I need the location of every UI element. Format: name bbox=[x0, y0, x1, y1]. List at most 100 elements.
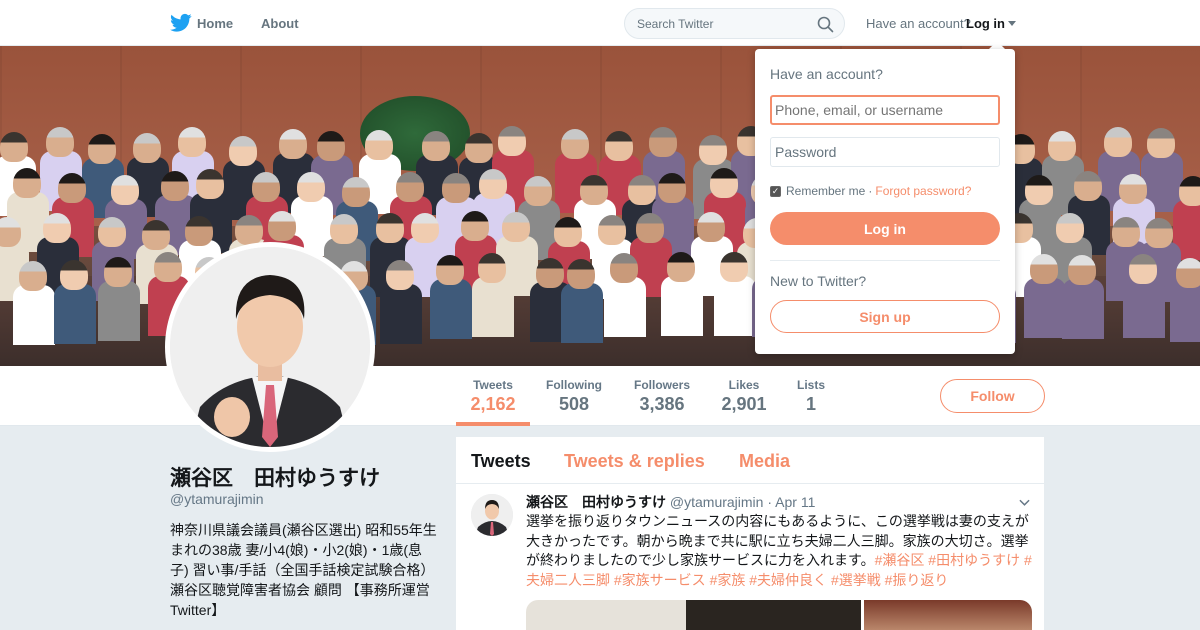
banner-person-head bbox=[699, 135, 728, 166]
banner-person-head bbox=[375, 213, 404, 244]
divider bbox=[770, 260, 1000, 261]
banner-person-head bbox=[1073, 171, 1102, 202]
stat-value: 1 bbox=[805, 394, 816, 414]
hashtag-link[interactable]: #田村ゆうすけ bbox=[928, 552, 1020, 568]
stat-lists[interactable]: Lists 1 bbox=[795, 378, 827, 415]
tab-tweets-replies[interactable]: Tweets & replies bbox=[564, 451, 705, 472]
login-dropdown-title: Have an account? bbox=[770, 66, 883, 82]
tweet-photo[interactable] bbox=[526, 600, 861, 630]
banner-person-head bbox=[330, 214, 359, 245]
banner-person-head bbox=[1176, 257, 1200, 288]
banner-person-head bbox=[579, 175, 608, 206]
stat-value: 3,386 bbox=[639, 394, 685, 414]
banner-person-head bbox=[697, 211, 726, 242]
banner-person-head bbox=[142, 219, 171, 250]
banner-person-body bbox=[379, 283, 422, 344]
hashtag-link[interactable]: #振り返り bbox=[885, 572, 949, 588]
remember-me-label[interactable]: Remember me bbox=[786, 184, 865, 198]
banner-person-head bbox=[523, 175, 552, 206]
tweet-photo[interactable] bbox=[864, 600, 1032, 630]
banner-person-head bbox=[1129, 254, 1158, 285]
hashtag-link[interactable]: #瀬谷区 bbox=[875, 552, 925, 568]
twitter-bird-icon[interactable] bbox=[170, 13, 192, 33]
forgot-password-link[interactable]: Forgot password? bbox=[875, 184, 971, 198]
banner-person-head bbox=[478, 168, 507, 199]
banner-person-head bbox=[153, 252, 182, 282]
nav-home-link[interactable]: Home bbox=[197, 16, 233, 31]
search-icon[interactable] bbox=[817, 16, 834, 33]
tweet-date[interactable]: Apr 11 bbox=[775, 494, 815, 510]
banner-person-body bbox=[713, 276, 756, 337]
tweet-author-handle[interactable]: @ytamurajimin bbox=[670, 494, 764, 510]
banner-person-head bbox=[19, 260, 48, 291]
banner-person-body bbox=[98, 280, 141, 341]
timeline-tabs: Tweets Tweets & replies Media bbox=[456, 437, 1044, 484]
stat-likes[interactable]: Likes 2,901 bbox=[721, 378, 767, 415]
banner-person-body bbox=[661, 276, 704, 337]
banner-person-head bbox=[385, 259, 414, 290]
banner-person-body bbox=[1123, 278, 1166, 339]
banner-person-head bbox=[13, 168, 42, 198]
stat-following[interactable]: Following 508 bbox=[543, 378, 605, 415]
tweet-media[interactable] bbox=[526, 600, 1032, 630]
username-field[interactable] bbox=[770, 95, 1000, 125]
banner-person-head bbox=[177, 126, 206, 157]
active-tab-underline bbox=[456, 422, 530, 426]
banner-person-body bbox=[1023, 278, 1066, 339]
banner-person-head bbox=[1147, 128, 1176, 159]
stat-tweets[interactable]: Tweets 2,162 bbox=[470, 378, 516, 415]
banner-person-head bbox=[0, 217, 21, 248]
hashtag-link[interactable]: #家族サービス bbox=[614, 572, 706, 588]
tweet[interactable]: 瀬谷区 田村ゆうすけ @ytamurajimin · Apr 11 選挙を振り返… bbox=[456, 484, 1044, 630]
banner-person-head bbox=[465, 132, 494, 163]
hashtag-link[interactable]: #選挙戦 bbox=[831, 572, 881, 588]
banner-person-body bbox=[560, 283, 603, 344]
new-to-twitter-text: New to Twitter? bbox=[770, 273, 867, 289]
banner-person-head bbox=[185, 215, 214, 246]
banner-person-head bbox=[502, 212, 531, 243]
stat-label: Followers bbox=[633, 378, 690, 392]
profile-handle[interactable]: @ytamurajimin bbox=[170, 491, 264, 507]
search-input[interactable]: Search Twitter bbox=[637, 17, 713, 31]
search-box[interactable]: Search Twitter bbox=[624, 8, 845, 39]
nav-about-link[interactable]: About bbox=[261, 16, 299, 31]
stat-followers[interactable]: Followers 3,386 bbox=[632, 378, 692, 415]
tweet-avatar[interactable] bbox=[471, 494, 513, 536]
banner-person-head bbox=[1145, 217, 1174, 248]
banner-person-head bbox=[1111, 216, 1140, 247]
login-button[interactable]: Log in bbox=[770, 212, 1000, 245]
tab-tweets[interactable]: Tweets bbox=[471, 451, 531, 472]
banner-person-head bbox=[267, 211, 296, 242]
banner-person-head bbox=[316, 131, 345, 162]
login-dropdown-toggle[interactable]: Log in bbox=[966, 16, 1005, 31]
tab-media[interactable]: Media bbox=[739, 451, 790, 472]
profile-bio: 神奈川県議会議員(瀬谷区選出) 昭和55年生まれの38歳 妻/小4(娘)・小2(… bbox=[170, 522, 437, 618]
banner-person-head bbox=[1056, 213, 1085, 244]
banner-person-body bbox=[1062, 279, 1105, 340]
banner-person-head bbox=[97, 217, 126, 248]
tweet-header: 瀬谷区 田村ゆうすけ @ytamurajimin · Apr 11 bbox=[526, 492, 815, 512]
banner-person-head bbox=[341, 177, 370, 208]
password-field[interactable]: Password bbox=[770, 137, 1000, 167]
banner-person-head bbox=[566, 259, 595, 290]
banner-person-head bbox=[1024, 175, 1053, 206]
remember-me-row: ✓ Remember me · Forgot password? bbox=[770, 184, 971, 198]
tweet-author-name[interactable]: 瀬谷区 田村ゆうすけ bbox=[526, 494, 666, 510]
remember-me-checkbox[interactable]: ✓ bbox=[770, 185, 781, 197]
login-dropdown: Have an account? Password ✓ Remember me … bbox=[755, 49, 1015, 354]
hashtag-link[interactable]: #家族 bbox=[710, 572, 746, 588]
chevron-down-icon[interactable] bbox=[1019, 497, 1030, 508]
banner-person-head bbox=[87, 133, 116, 164]
avatar[interactable] bbox=[165, 242, 375, 452]
banner-person-head bbox=[421, 130, 450, 161]
hashtag-link[interactable]: #夫婦仲良く bbox=[749, 572, 827, 588]
follow-button[interactable]: Follow bbox=[940, 379, 1045, 413]
chevron-down-icon[interactable] bbox=[1008, 21, 1016, 26]
profile-name[interactable]: 瀬谷区 田村ゆうすけ bbox=[170, 462, 380, 492]
banner-person-head bbox=[1178, 176, 1200, 207]
banner-person-head bbox=[160, 170, 189, 201]
stat-value: 2,901 bbox=[721, 394, 767, 414]
banner-person-head bbox=[43, 213, 72, 244]
banner-person-head bbox=[648, 127, 677, 158]
signup-button[interactable]: Sign up bbox=[770, 300, 1000, 333]
